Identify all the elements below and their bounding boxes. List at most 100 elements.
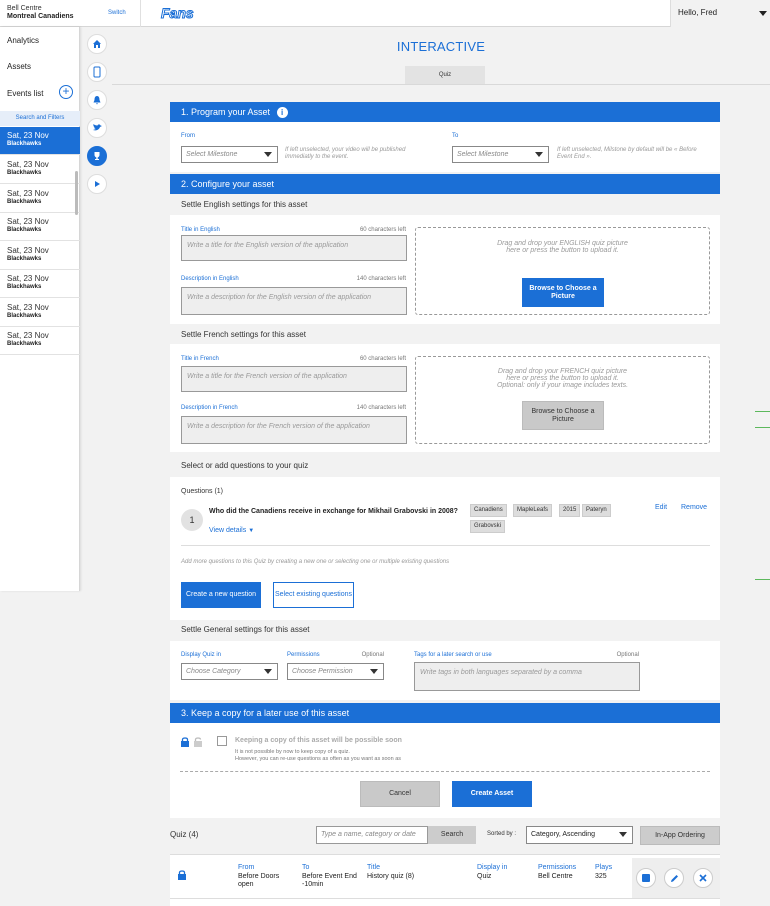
- user-menu[interactable]: Hello, Fred: [670, 0, 770, 27]
- chevron-down-icon: [535, 152, 543, 157]
- search-input[interactable]: Type a name, category or date: [316, 826, 428, 844]
- col-from-value: Before Doors open: [238, 873, 280, 888]
- event-list-item[interactable]: Sat, 23 Nov Blackhawks: [0, 213, 80, 241]
- en-desc-input[interactable]: Write a description for the English vers…: [181, 287, 407, 315]
- french-heading: Settle French settings for this asset: [170, 326, 720, 343]
- event-list-item[interactable]: Sat, 23 Nov Blackhawks: [0, 156, 80, 184]
- mobile-icon[interactable]: [87, 62, 107, 82]
- tags-input[interactable]: Write tags in both languages separated b…: [414, 662, 640, 691]
- col-plays-value: 325: [595, 873, 607, 880]
- english-heading: Settle English settings for this asset: [170, 196, 720, 213]
- home-icon[interactable]: [87, 34, 107, 54]
- table-row[interactable]: [170, 898, 720, 906]
- keep-copy-note: However, you can re-use questions as oft…: [235, 756, 402, 762]
- permission-select-value: Choose Permission: [292, 668, 353, 675]
- sidebar-item-analytics[interactable]: Analytics: [7, 36, 39, 45]
- stop-icon[interactable]: [636, 868, 656, 888]
- scrollbar[interactable]: [75, 171, 78, 215]
- event-date: Sat, 23 Nov: [7, 246, 49, 255]
- fans-logo: Fans: [160, 5, 206, 23]
- table-row[interactable]: From Before Doors open To Before Event E…: [170, 854, 720, 898]
- category-select[interactable]: Choose Category: [181, 663, 278, 680]
- event-date: Sat, 23 Nov: [7, 189, 49, 198]
- sidebar: Analytics Assets Events list + Search an…: [0, 27, 80, 591]
- permissions-optional: Optional: [361, 652, 384, 658]
- permissions-label: Permissions: [287, 652, 320, 658]
- chevron-down-icon: [264, 669, 272, 674]
- keep-copy-panel: Keeping a copy of this asset will be pos…: [170, 723, 720, 818]
- add-event-icon[interactable]: +: [59, 85, 73, 99]
- divider: [112, 84, 770, 85]
- play-icon[interactable]: [87, 174, 107, 194]
- drop-text: here or press the button to upload it.: [506, 375, 619, 382]
- sidebar-item-assets[interactable]: Assets: [7, 62, 31, 71]
- sidebar-item-events-list[interactable]: Events list: [7, 89, 43, 98]
- sorted-by-label: Sorted by :: [487, 831, 517, 837]
- fr-title-input[interactable]: Write a title for the French version of …: [181, 366, 407, 392]
- edit-question-link[interactable]: Edit: [655, 504, 667, 511]
- question-tag: Pateryn: [582, 504, 611, 517]
- event-list-item[interactable]: Sat, 23 Nov Blackhawks: [0, 327, 80, 355]
- cancel-button[interactable]: Cancel: [360, 781, 440, 807]
- browse-picture-button[interactable]: Browse to Choose a Picture: [522, 401, 604, 430]
- view-details-link[interactable]: View details ▼: [209, 527, 254, 534]
- event-team: Blackhawks: [7, 313, 42, 319]
- venue-name: Bell Centre: [7, 5, 42, 12]
- en-picture-dropzone[interactable]: Drag and drop your ENGLISH quiz picture …: [415, 227, 710, 315]
- question-tag: MapleLeafs: [513, 504, 553, 517]
- question-text: Who did the Canadiens receive in exchang…: [209, 508, 458, 515]
- switch-link[interactable]: Switch: [108, 10, 126, 16]
- select-existing-button[interactable]: Select existing questions: [273, 582, 354, 608]
- section-1-header: 1. Program your Asset i: [170, 102, 720, 122]
- in-app-ordering-button[interactable]: In-App Ordering: [640, 826, 720, 845]
- question-tag: 2015: [559, 504, 581, 517]
- event-list-item[interactable]: Sat, 23 Nov Blackhawks: [0, 299, 80, 327]
- section-1-title: 1. Program your Asset: [181, 107, 271, 117]
- keep-copy-checkbox[interactable]: [217, 736, 227, 746]
- tab-quiz[interactable]: Quiz: [405, 66, 485, 84]
- event-list-item[interactable]: Sat, 23 Nov Blackhawks: [0, 270, 80, 298]
- questions-heading: Select or add questions to your quiz: [170, 457, 720, 474]
- col-from-header: From: [238, 864, 255, 871]
- lock-icon: [177, 869, 187, 883]
- browse-picture-button[interactable]: Browse to Choose a Picture: [522, 278, 604, 307]
- event-list-item[interactable]: Sat, 23 Nov Blackhawks: [0, 242, 80, 270]
- fr-picture-dropzone[interactable]: Drag and drop your FRENCH quiz picture h…: [415, 356, 710, 444]
- trophy-icon[interactable]: [87, 146, 107, 166]
- close-icon[interactable]: [693, 868, 713, 888]
- program-panel: From Select Milestone If left unselected…: [170, 122, 720, 172]
- col-display-value: Quiz: [477, 873, 492, 880]
- col-display-header: Display in: [477, 864, 508, 871]
- search-filters-link[interactable]: Search and Filters: [0, 111, 80, 126]
- create-asset-button[interactable]: Create Asset: [452, 781, 532, 807]
- twitter-icon[interactable]: [87, 118, 107, 138]
- french-panel: Title in French 60 characters left Write…: [170, 344, 720, 452]
- fr-desc-label: Description in French: [181, 405, 238, 411]
- fr-desc-input[interactable]: Write a description for the French versi…: [181, 416, 407, 444]
- info-icon[interactable]: i: [276, 107, 288, 119]
- to-label: To: [452, 133, 459, 139]
- en-title-count: 60 characters left: [359, 227, 406, 233]
- event-team: Blackhawks: [7, 284, 42, 290]
- question-tag: Grabovski: [470, 520, 506, 533]
- en-title-input[interactable]: Write a title for the English version of…: [181, 235, 407, 261]
- event-list-item[interactable]: Sat, 23 Nov Blackhawks: [0, 185, 80, 213]
- sort-select[interactable]: Category, Ascending: [526, 826, 633, 844]
- to-select[interactable]: Select Milestone: [452, 146, 549, 163]
- permission-select[interactable]: Choose Permission: [287, 663, 384, 680]
- bell-icon[interactable]: [87, 90, 107, 110]
- display-label: Display Quiz in: [181, 652, 222, 658]
- keep-copy-label: Keeping a copy of this asset will be pos…: [235, 737, 402, 744]
- create-question-button[interactable]: Create a new question: [181, 582, 261, 608]
- event-list-item[interactable]: Sat, 23 Nov Blackhawks: [0, 127, 80, 155]
- from-select[interactable]: Select Milestone: [181, 146, 278, 163]
- remove-question-link[interactable]: Remove: [681, 504, 707, 511]
- guide-mark: [755, 579, 770, 580]
- page-title: INTERACTIVE: [396, 39, 486, 54]
- en-desc-label: Description in English: [181, 276, 239, 282]
- keep-copy-note: It is not possible by now to keep copy o…: [235, 749, 350, 755]
- col-to-header: To: [302, 864, 310, 871]
- search-button[interactable]: Search: [428, 826, 476, 844]
- edit-icon[interactable]: [664, 868, 684, 888]
- unlock-icon: [193, 736, 203, 750]
